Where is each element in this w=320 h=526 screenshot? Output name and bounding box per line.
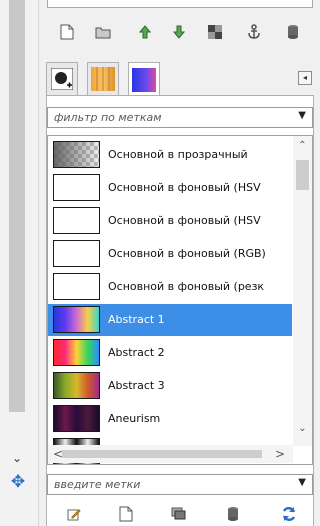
cylinder-icon[interactable] — [283, 22, 303, 42]
open-folder-icon[interactable] — [93, 22, 113, 42]
tag-entry-placeholder: введите метки — [54, 478, 141, 491]
gradient-label: Основной в прозрачный — [108, 148, 248, 161]
gradient-tab-icon — [132, 68, 156, 92]
edit-icon[interactable] — [64, 504, 84, 524]
gradient-row[interactable]: Abstract 2 — [48, 337, 292, 369]
gradient-swatch — [53, 174, 100, 201]
delete-icon[interactable] — [223, 504, 243, 524]
gradient-label: Основной в фоновый (резк — [108, 280, 265, 293]
gradient-label: Abstract 2 — [108, 346, 165, 359]
tab-patterns[interactable] — [87, 62, 119, 96]
gradient-swatch — [53, 273, 100, 300]
gradient-swatch — [53, 207, 100, 234]
rail-scrollbar[interactable] — [9, 0, 25, 412]
gradient-row[interactable]: Основной в фоновый (HSV — [48, 205, 292, 237]
tab-gradients[interactable] — [128, 62, 160, 97]
gradient-list[interactable]: Основной в прозрачный Основной в фоновый … — [47, 135, 313, 465]
new-document-icon[interactable] — [116, 504, 136, 524]
tab-brushes[interactable] — [46, 62, 78, 96]
dropdown-arrow-icon[interactable]: ▼ — [298, 110, 306, 121]
refresh-icon[interactable] — [279, 504, 299, 524]
move-up-icon[interactable] — [135, 22, 155, 42]
vertical-scroll-thumb[interactable] — [296, 160, 309, 190]
gradient-row[interactable]: Основной в фоновый (HSV — [48, 172, 292, 204]
gradient-swatch — [53, 339, 100, 366]
duplicate-icon[interactable] — [169, 504, 189, 524]
anchor-icon[interactable] — [244, 22, 264, 42]
gradient-row[interactable]: Abstract 1 — [48, 304, 292, 336]
scroll-right-icon[interactable]: > — [275, 447, 285, 461]
tag-filter-combo[interactable]: фильтр по меткам ▼ — [47, 107, 313, 128]
scroll-up-icon[interactable]: ⌃ — [293, 140, 312, 152]
gradient-label: Основной в фоновый (RGB) — [108, 247, 266, 260]
tag-filter-placeholder: фильтр по меткам — [54, 111, 162, 124]
gradient-swatch — [53, 405, 100, 432]
gradient-row[interactable]: Основной в фоновый (RGB) — [48, 238, 292, 270]
dropdown-arrow-icon[interactable]: ▼ — [298, 477, 306, 488]
gradient-row[interactable]: Основной в фоновый (резк — [48, 271, 292, 303]
gradient-swatch — [53, 141, 100, 168]
new-document-icon[interactable] — [57, 22, 77, 42]
checkerboard-icon[interactable] — [205, 22, 225, 42]
gradient-row[interactable]: Aneurism — [48, 403, 292, 435]
previous-panel-fragment — [47, 0, 313, 8]
gradient-label: Aneurism — [108, 412, 161, 425]
pattern-tab-icon — [91, 67, 115, 91]
brush-tab-icon — [51, 68, 73, 90]
gradient-label: Основной в фоновый (HSV — [108, 214, 261, 227]
gradient-swatch — [53, 372, 100, 399]
gradient-swatch — [53, 240, 100, 267]
chevron-down-icon[interactable]: ⌄ — [10, 452, 24, 464]
horizontal-scroll-thumb[interactable] — [62, 450, 262, 458]
move-down-icon[interactable] — [169, 22, 189, 42]
gradient-label: Abstract 1 — [108, 313, 165, 326]
gradient-row[interactable]: Основной в прозрачный — [48, 139, 292, 171]
gradient-label: Основной в фоновый (HSV — [108, 181, 261, 194]
move-tool-icon[interactable]: ✥ — [9, 473, 27, 491]
gradient-swatch — [53, 306, 100, 333]
scroll-down-icon[interactable]: ⌄ — [293, 423, 312, 435]
panel-menu-button[interactable]: ◂ — [298, 71, 312, 85]
gradient-label: Abstract 3 — [108, 379, 165, 392]
tag-entry-combo[interactable]: введите метки ▼ — [47, 474, 313, 495]
gradient-row[interactable]: Abstract 3 — [48, 370, 292, 402]
